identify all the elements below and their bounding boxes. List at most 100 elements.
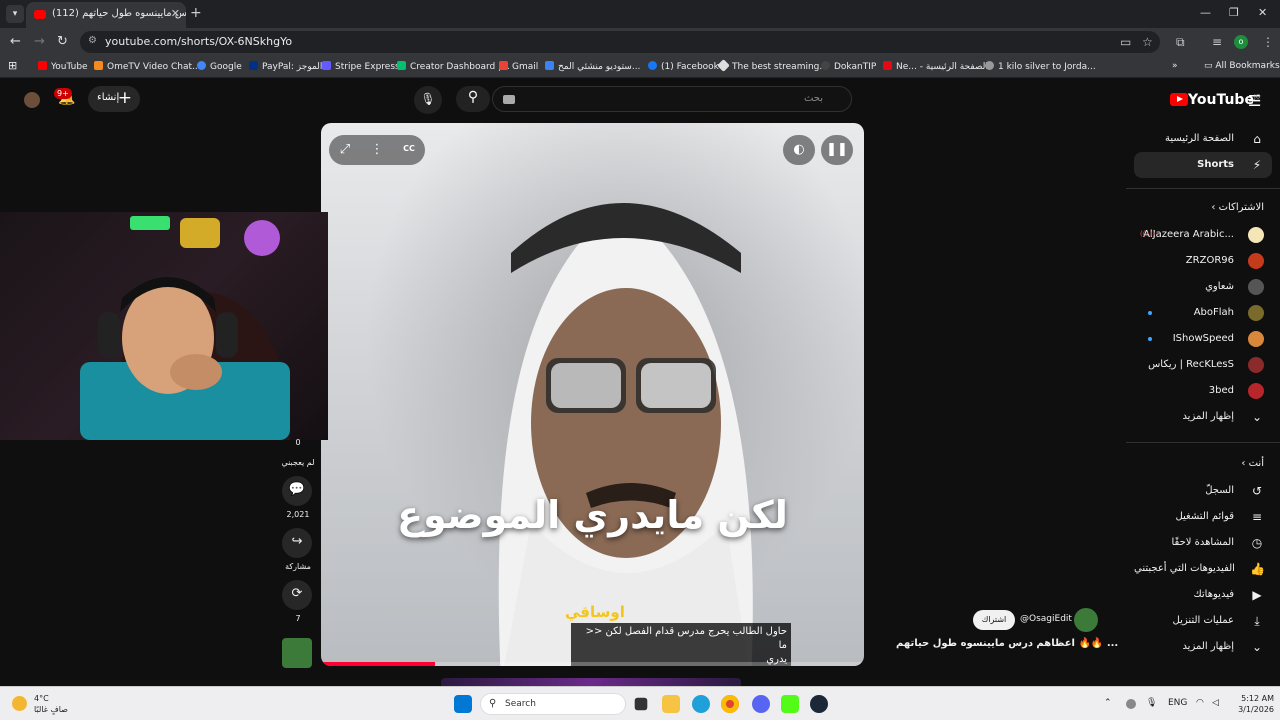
- video-title[interactable]: اعظاهم درس مايينسوه طول حياتهم 🔥🔥 ...: [896, 638, 1118, 649]
- account-avatar[interactable]: [24, 92, 40, 108]
- active-tab[interactable]: (112) اعظاهم درس مايينسوه طول حياتهم ✕: [26, 2, 186, 28]
- new-tab-button[interactable]: +: [190, 5, 202, 21]
- youtube-logo[interactable]: YouTubeJO: [1170, 92, 1260, 108]
- bookmark-ometv[interactable]: OmeTV Video Chat...: [94, 61, 201, 72]
- extensions-icon[interactable]: ⧉: [1176, 35, 1185, 50]
- speaker-icon[interactable]: ◁: [1212, 698, 1219, 708]
- bookmark-stripe[interactable]: Stripe Express: [322, 61, 400, 72]
- wifi-icon[interactable]: ◠: [1196, 698, 1204, 708]
- address-bar[interactable]: ⚙ youtube.com/shorts/OX-6NSkhgYo: [80, 31, 1160, 53]
- chrome-icon[interactable]: [721, 695, 739, 713]
- sidebar-item-channel[interactable]: ZRZOR96: [1134, 248, 1272, 274]
- sidebar-item-channel[interactable]: AboFlah: [1134, 300, 1272, 326]
- channel-avatar[interactable]: [1074, 608, 1098, 632]
- sidebar-item-playlists[interactable]: قوائم التشغيل ≡: [1134, 504, 1272, 530]
- apps-grid-icon[interactable]: ⊞: [8, 59, 17, 72]
- voice-search-button[interactable]: 🎙: [414, 86, 442, 114]
- kick-icon[interactable]: [781, 695, 799, 713]
- cast-icon[interactable]: ▭: [1120, 35, 1131, 49]
- reload-button[interactable]: ↻: [57, 34, 68, 49]
- bookmark-gmail[interactable]: Gmail: [499, 61, 538, 72]
- remix-button[interactable]: ⟳: [282, 580, 312, 610]
- media-controls-icon[interactable]: ≡: [1212, 35, 1222, 49]
- fullscreen-icon[interactable]: ⤢: [329, 135, 361, 165]
- share-icon: ↪: [291, 534, 303, 549]
- language-indicator[interactable]: ENG: [1168, 698, 1187, 708]
- bookmark-facebook[interactable]: (1) Facebook: [648, 61, 719, 72]
- weather-sun-icon[interactable]: [12, 696, 27, 711]
- minimize-button[interactable]: —: [1200, 6, 1211, 19]
- file-explorer-icon[interactable]: [662, 695, 680, 713]
- restore-button[interactable]: ❐: [1229, 6, 1239, 19]
- site-info-icon[interactable]: ⚙: [88, 35, 97, 46]
- start-icon[interactable]: [454, 695, 472, 713]
- bookmark-star-icon[interactable]: ☆: [1142, 35, 1153, 49]
- volume-icon[interactable]: ◐: [783, 135, 815, 165]
- steam-icon[interactable]: [810, 695, 828, 713]
- browser-menu-icon[interactable]: ⋮: [1262, 35, 1274, 49]
- taskbar-search[interactable]: ⚲ Search: [480, 693, 626, 715]
- subscribe-button[interactable]: اشتراك: [973, 610, 1015, 630]
- bookmarks-overflow-icon[interactable]: »: [1172, 61, 1178, 71]
- edge-icon[interactable]: [692, 695, 710, 713]
- search-icon: ⚲: [489, 698, 497, 709]
- sidebar-item-downloads[interactable]: عمليات التنزيل ⤓: [1134, 608, 1272, 634]
- video-frame-man: [498, 203, 753, 666]
- chevron-left-icon: ‹: [1211, 202, 1219, 213]
- subscriptions-header[interactable]: ‹ الاشتراكات: [1211, 202, 1264, 213]
- sidebar-item-channel[interactable]: IShowSpeed: [1134, 326, 1272, 352]
- you-header[interactable]: ‹ أنت: [1241, 458, 1264, 469]
- captions-button[interactable]: CC: [393, 135, 425, 165]
- bookmark-google[interactable]: Google: [197, 61, 242, 72]
- discord-icon[interactable]: [752, 695, 770, 713]
- progress-bar[interactable]: [321, 662, 864, 666]
- sidebar-item-history[interactable]: السجلّ ↺: [1134, 478, 1272, 504]
- task-view-icon[interactable]: [634, 697, 648, 711]
- bookmark-creator-dashboard[interactable]: Creator Dashboard |...: [397, 61, 510, 72]
- sound-thumbnail[interactable]: [282, 638, 312, 668]
- sidebar-item-home[interactable]: الصفحة الرئيسية ⌂: [1134, 126, 1272, 152]
- profile-avatar[interactable]: o: [1234, 35, 1248, 49]
- comments-button[interactable]: 💬: [282, 476, 312, 506]
- back-button[interactable]: ←: [10, 34, 21, 49]
- weather-widget[interactable]: 4°C صافٍ غالبًا: [34, 693, 68, 715]
- shorts-player[interactable]: ⤢ ⋮ CC ◐ ❚❚ لكن مايدري الموضوع اوساقي >>…: [321, 123, 864, 666]
- search-input[interactable]: بحث: [492, 86, 852, 112]
- bookmark-dokantip[interactable]: DokanTIP: [821, 61, 876, 72]
- clock[interactable]: 5:12 AM 3/1/2026: [1234, 693, 1274, 715]
- bookmark-silver[interactable]: 1 kilo silver to Jorda...: [985, 61, 1096, 72]
- next-short-preview[interactable]: [441, 678, 741, 686]
- bookmark-paypal[interactable]: PayPal: الموجز: [249, 61, 322, 72]
- tab-search-dropdown[interactable]: ▾: [6, 5, 24, 23]
- more-options-icon[interactable]: ⋮: [361, 135, 393, 165]
- channel-avatar: [1248, 253, 1264, 269]
- sidebar-show-more[interactable]: إظهار المزيد ⌄: [1134, 634, 1272, 660]
- keyboard-icon[interactable]: [503, 95, 515, 104]
- create-button[interactable]: إنشاء +: [88, 86, 140, 112]
- sidebar-item-liked[interactable]: الفيديوهات التي أعجبتني 👍: [1134, 556, 1272, 582]
- tab-close-icon[interactable]: ✕: [171, 7, 180, 20]
- pause-icon[interactable]: ❚❚: [821, 135, 853, 165]
- search-button[interactable]: ⚲: [456, 86, 490, 112]
- bookmark-studio[interactable]: ستوديو منشئي المح...: [545, 61, 640, 72]
- bookmark-youtube[interactable]: YouTube: [38, 61, 88, 72]
- tray-overflow-icon[interactable]: ⌃: [1104, 698, 1112, 708]
- sidebar-item-your-videos[interactable]: فيديوهاتك ▶: [1134, 582, 1272, 608]
- sidebar-show-more[interactable]: إظهار المزيد ⌄: [1134, 404, 1272, 430]
- share-button[interactable]: ↪: [282, 528, 312, 558]
- channel-name[interactable]: @OsagiEdit: [1020, 614, 1072, 624]
- close-window-button[interactable]: ✕: [1258, 6, 1267, 19]
- bookmark-streaming[interactable]: The best streaming...: [717, 59, 828, 72]
- all-bookmarks[interactable]: ▭ All Bookmarks: [1204, 61, 1280, 71]
- sidebar-item-channel[interactable]: ((•)) AlJazeera Arabic...: [1134, 222, 1272, 248]
- tray-app-icon[interactable]: [1126, 699, 1136, 709]
- sidebar-item-watch-later[interactable]: المشاهدة لاحقًا ◷: [1134, 530, 1272, 556]
- sidebar-item-channel[interactable]: شعاوي: [1134, 274, 1272, 300]
- forward-button[interactable]: →: [34, 34, 45, 49]
- streamer-webcam-image: [80, 216, 290, 440]
- bookmark-home-page[interactable]: Ne... - الصفحة الرئيسية: [883, 61, 988, 72]
- sidebar-item-channel[interactable]: ريكاس | RecKLesS: [1134, 352, 1272, 378]
- sidebar-item-shorts[interactable]: Shorts ⚡: [1134, 152, 1272, 178]
- sidebar-item-channel[interactable]: 3bed: [1134, 378, 1272, 404]
- tray-mic-icon[interactable]: 🎙: [1146, 698, 1157, 708]
